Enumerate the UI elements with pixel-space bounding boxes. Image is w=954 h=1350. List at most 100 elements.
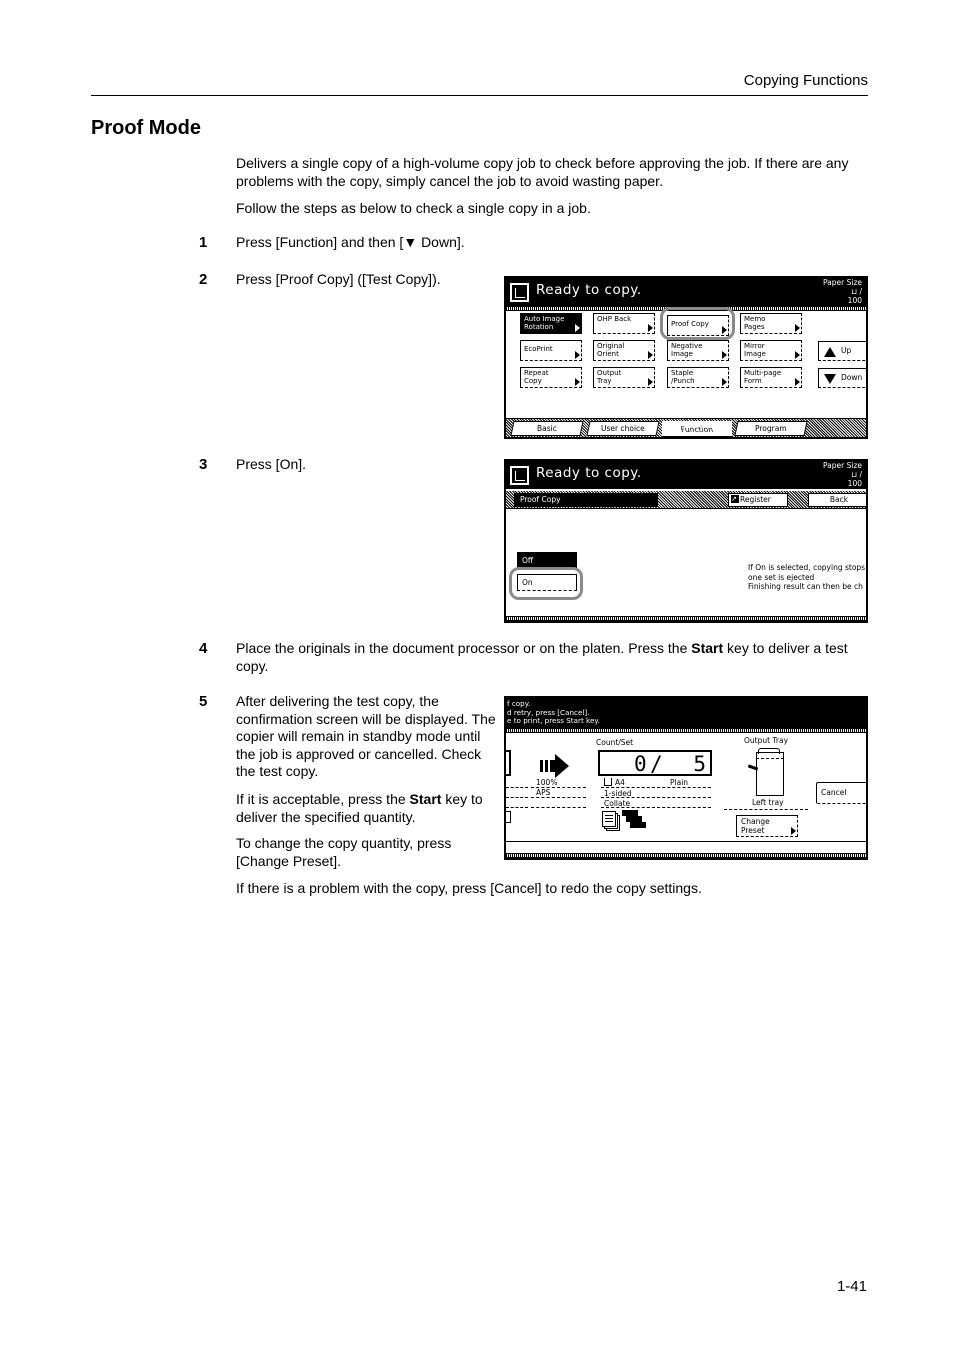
submenu-arrow-icon <box>795 378 800 386</box>
running-head-title: Copying Functions <box>743 72 868 89</box>
original-orient-button[interactable]: Original Orient <box>593 340 655 361</box>
up-button[interactable]: Up <box>818 341 866 361</box>
submenu-arrow-icon <box>648 351 653 359</box>
paper-size-readout: Paper Size ⊔ / 100 <box>823 278 862 305</box>
on-option-highlight <box>509 567 583 600</box>
original-page-icon <box>506 811 511 823</box>
step-number-3: 3 <box>199 456 208 473</box>
intro-instruction: Follow the steps as below to check a sin… <box>236 200 591 216</box>
step-text-3: Press [On]. <box>236 456 307 472</box>
ohp-back-button[interactable]: OHP Back <box>593 313 655 334</box>
count-set-label: Count/Set <box>596 738 634 747</box>
tab-basic[interactable]: Basic <box>510 421 584 436</box>
section-title: Proof Mode <box>91 117 201 139</box>
original-icon <box>506 750 511 776</box>
running-header: Copying Functions <box>91 72 868 96</box>
ecoprint-button[interactable]: EcoPrint <box>520 340 582 361</box>
paper-size-value: ⊔ / <box>851 287 862 296</box>
down-arrow-icon <box>824 374 836 384</box>
divider <box>724 809 808 810</box>
message-line: e to print, press Start key. <box>507 716 600 725</box>
paper-size-label: Paper Size <box>822 461 862 470</box>
multi-page-form-button[interactable]: Multi-page Form <box>740 367 802 388</box>
divider <box>601 807 711 808</box>
function-title: Proof Copy <box>514 493 658 507</box>
negative-image-button[interactable]: Negative Image <box>667 340 729 361</box>
count-done: 0 <box>634 752 647 776</box>
count-separator: / <box>650 752 663 776</box>
status-header: Ready to copy. Paper Size ⊔ / 100 <box>506 461 866 489</box>
paper-size-label: Paper Size <box>822 278 862 287</box>
tab-function[interactable]: Function <box>662 421 732 437</box>
submenu-arrow-icon <box>722 378 727 386</box>
submenu-arrow-icon <box>575 324 580 332</box>
memo-pages-button[interactable]: Memo Pages <box>740 313 802 334</box>
tab-user-choice[interactable]: User choice <box>586 421 660 436</box>
register-button[interactable]: Register <box>728 493 788 507</box>
divider <box>531 807 586 808</box>
paper-size-value: ⊔ / <box>851 470 862 479</box>
divider <box>531 787 586 788</box>
divider <box>506 728 866 733</box>
status-text: Ready to copy. <box>536 282 642 298</box>
intro-paragraph: Delivers a single copy of a high-volume … <box>236 155 849 189</box>
divider <box>601 797 711 798</box>
count-display: 0 / 5 <box>598 750 712 776</box>
status-header: Ready to copy. Paper Size ⊔ / 100 <box>506 278 866 306</box>
auto-image-rotation-button[interactable]: Auto Image Rotation <box>520 313 582 334</box>
tab-program[interactable]: Program <box>734 421 808 436</box>
step-number-2: 2 <box>199 271 208 288</box>
tab-bar: Basic User choice Function Program <box>506 418 866 437</box>
proof-copy-highlight <box>660 307 735 340</box>
repeat-copy-button[interactable]: Repeat Copy <box>520 367 582 388</box>
paper-type-value: Plain <box>670 778 689 787</box>
function-title-bar: Proof Copy Register Back <box>506 491 866 509</box>
submenu-arrow-icon <box>791 827 796 835</box>
message-bar: f copy. d retry, press [Cancel]. e to pr… <box>506 698 866 728</box>
step-text-5: After delivering the test copy, the conf… <box>236 693 496 780</box>
paper-select-mode: APS <box>536 788 551 797</box>
change-preset-button[interactable]: Change Preset <box>736 815 798 837</box>
count-total: 5 <box>693 752 706 776</box>
submenu-arrow-icon <box>722 351 727 359</box>
document-icon <box>510 466 529 485</box>
function-screen-panel: Ready to copy. Paper Size ⊔ / 100 Auto I… <box>504 276 868 439</box>
register-icon <box>731 493 739 505</box>
mirror-image-button[interactable]: Mirror Image <box>740 340 802 361</box>
output-tray-label: Output Tray <box>744 736 789 745</box>
submenu-arrow-icon <box>575 378 580 386</box>
step-text-5-accept: If it is acceptable, press the Start key… <box>236 791 483 825</box>
submenu-arrow-icon <box>795 324 800 332</box>
proof-copy-description: If On is selected, copying stops one set… <box>748 563 866 591</box>
back-button[interactable]: Back <box>808 493 866 507</box>
step-number-5: 5 <box>199 693 208 710</box>
divider <box>601 787 711 788</box>
submenu-arrow-icon <box>795 351 800 359</box>
proof-copy-screen-panel: Ready to copy. Paper Size ⊔ / 100 Proof … <box>504 459 868 623</box>
output-tray-button[interactable]: Output Tray <box>593 367 655 388</box>
document-icon <box>510 283 529 302</box>
bottom-divider <box>506 616 866 621</box>
down-button[interactable]: Down <box>818 368 866 388</box>
cancel-button[interactable]: Cancel <box>816 782 866 804</box>
bottom-divider <box>506 853 866 858</box>
confirmation-screen-panel: f copy. d retry, press [Cancel]. e to pr… <box>504 696 868 860</box>
submenu-arrow-icon <box>648 324 653 332</box>
output-tray-icon <box>747 748 788 798</box>
step-number-4: 4 <box>199 640 208 657</box>
step-text-4: Place the originals in the document proc… <box>236 640 848 674</box>
output-tray-value: Left tray <box>752 798 784 807</box>
zoom-value: 100 <box>847 479 862 488</box>
step-text-2: Press [Proof Copy] ([Test Copy]). <box>236 271 441 287</box>
divider <box>506 841 866 842</box>
zoom-percent: 100% <box>536 778 558 787</box>
page-number: 1-41 <box>836 1278 867 1295</box>
step-text-1: Press [Function] and then [▼ Down]. <box>236 234 465 250</box>
step-number-1: 1 <box>199 234 208 251</box>
submenu-arrow-icon <box>575 351 580 359</box>
divider <box>506 797 528 798</box>
step-text-5-change: To change the copy quantity, press [Chan… <box>236 835 452 869</box>
submenu-arrow-icon <box>648 378 653 386</box>
up-arrow-icon <box>824 347 836 357</box>
staple-punch-button[interactable]: Staple/Punch <box>667 367 729 388</box>
